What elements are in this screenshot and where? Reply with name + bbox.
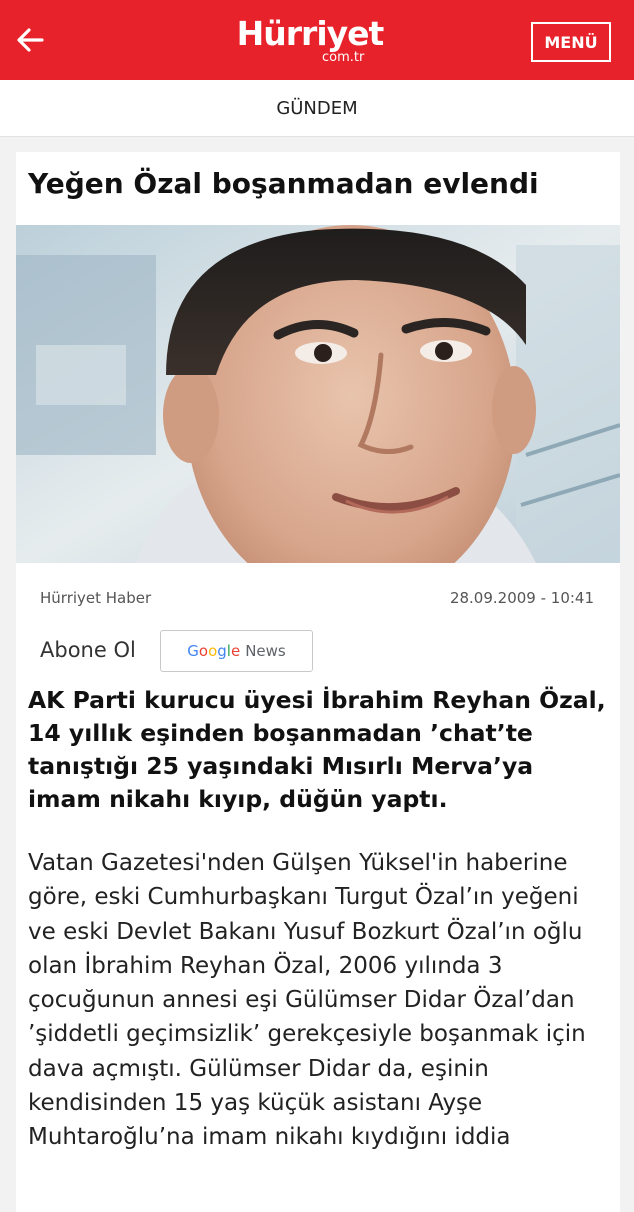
article-card: Yeğen Özal boşanmadan evlendi Hürriyet H… xyxy=(16,152,620,1212)
google-news-button[interactable]: Google News xyxy=(160,630,313,672)
top-header-bar: Hürriyet com.tr MENÜ xyxy=(0,0,634,80)
logo-text: Hürriyet xyxy=(236,14,385,53)
logo-subtext: com.tr xyxy=(322,50,365,65)
section-bar: GÜNDEM xyxy=(0,80,634,137)
article-photo xyxy=(16,225,620,563)
subscribe-label: Abone Ol xyxy=(40,638,136,662)
menu-button[interactable]: MENÜ xyxy=(531,22,611,62)
back-button[interactable] xyxy=(8,18,52,62)
article-lead: AK Parti kurucu üyesi İbrahim Reyhan Öza… xyxy=(28,686,606,813)
article-source: Hürriyet Haber xyxy=(40,589,152,607)
google-news-label: News xyxy=(245,642,286,660)
google-logo: Google xyxy=(187,642,241,660)
article-date: 28.09.2009 - 10:41 xyxy=(449,589,594,607)
arrow-left-icon xyxy=(17,28,44,52)
hurriyet-logo[interactable]: Hürriyet com.tr xyxy=(210,14,410,70)
section-link-gundem[interactable]: GÜNDEM xyxy=(276,98,357,119)
article-title: Yeğen Özal boşanmadan evlendi xyxy=(28,167,539,200)
article-body: Vatan Gazetesi'nden Gülşen Yüksel'in hab… xyxy=(28,850,586,1151)
